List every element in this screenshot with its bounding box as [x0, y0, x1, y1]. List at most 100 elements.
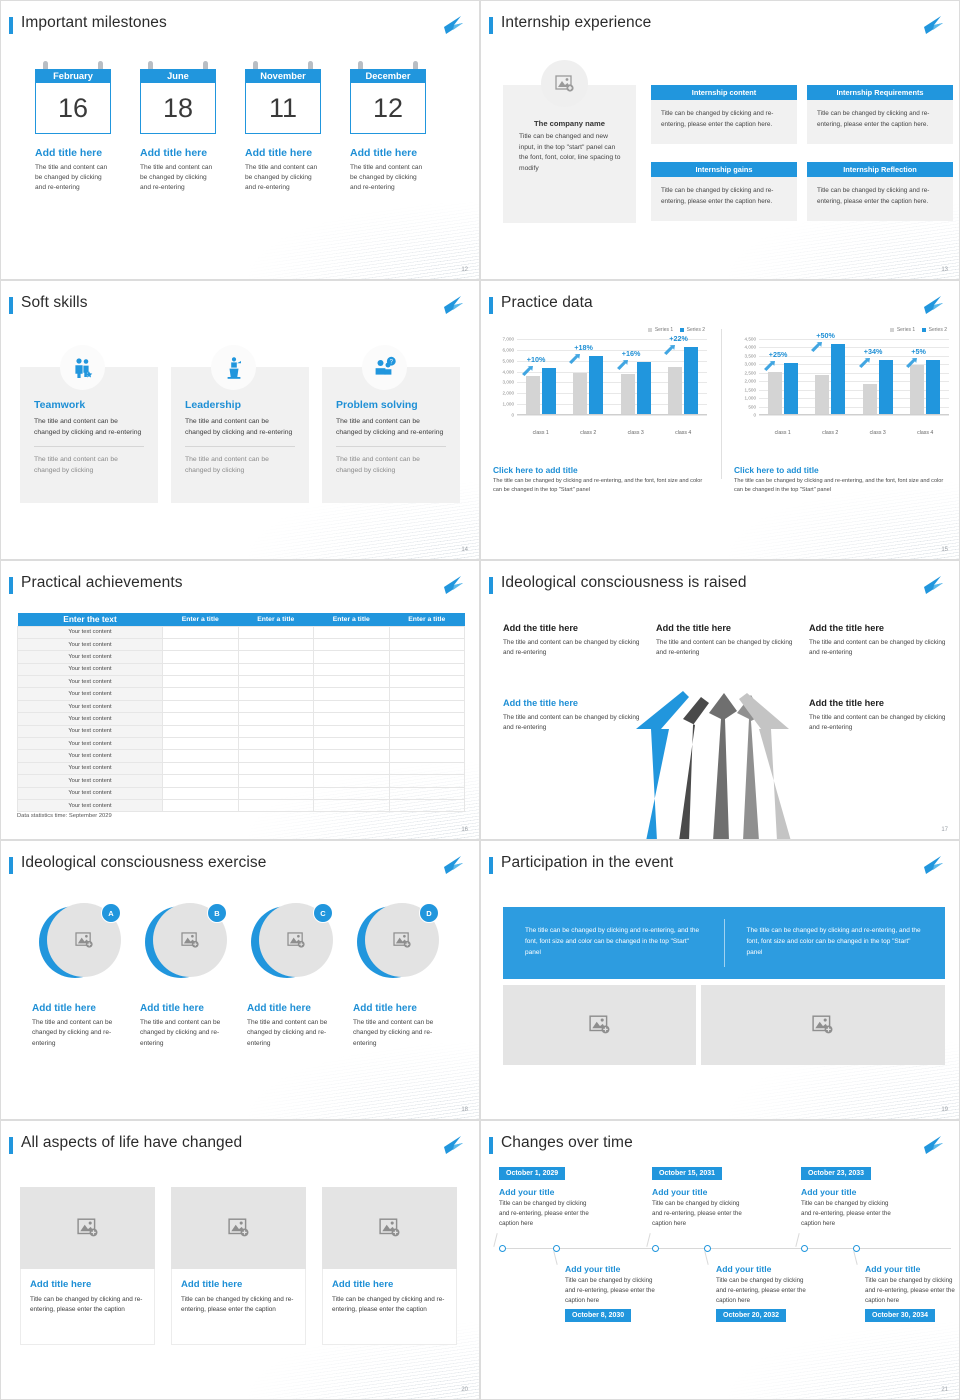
bar-chart-left[interactable]: Series 1 Series 2 0 1,000 2,000 3,000 4,000 5…: [491, 327, 709, 441]
internship-cell[interactable]: Internship content Title can be changed …: [651, 85, 797, 144]
table-cell-label[interactable]: Your text content: [17, 687, 163, 701]
exercise-circle[interactable]: D: [357, 903, 439, 985]
table-cell[interactable]: [237, 724, 314, 739]
table-cell[interactable]: [388, 712, 465, 726]
table-cell[interactable]: [313, 687, 390, 701]
achievements-table[interactable]: Enter the text Enter a title Enter a title…: [17, 613, 465, 813]
table-cell[interactable]: [313, 675, 390, 689]
table-cell-label[interactable]: Your text content: [17, 786, 163, 800]
internship-cell[interactable]: Internship Requirements Title can be cha…: [807, 85, 953, 144]
table-cell-label[interactable]: Your text content: [17, 736, 163, 751]
table-cell[interactable]: [237, 798, 314, 813]
table-row[interactable]: Your text content: [17, 724, 465, 739]
timeline-dot[interactable]: [499, 1245, 506, 1252]
table-cell[interactable]: [313, 749, 390, 763]
table-row[interactable]: Your text content: [17, 761, 465, 776]
table-cell[interactable]: [162, 637, 239, 652]
table-cell[interactable]: [388, 625, 465, 639]
table-cell[interactable]: [237, 761, 314, 776]
table-cell[interactable]: [313, 761, 390, 776]
table-cell-label[interactable]: Your text content: [17, 798, 163, 813]
table-cell[interactable]: [162, 798, 239, 813]
table-row[interactable]: Your text content: [17, 662, 465, 677]
table-cell-label[interactable]: Your text content: [17, 712, 163, 726]
table-cell[interactable]: [388, 761, 465, 776]
table-row[interactable]: Your text content: [17, 687, 465, 701]
table-cell-label[interactable]: Your text content: [17, 724, 163, 739]
table-cell[interactable]: [162, 712, 239, 726]
table-cell[interactable]: [162, 786, 239, 800]
table-cell[interactable]: [237, 637, 314, 652]
table-cell[interactable]: [388, 749, 465, 763]
table-cell[interactable]: [237, 712, 314, 726]
table-row[interactable]: Your text content: [17, 786, 465, 800]
table-cell[interactable]: [313, 736, 390, 751]
table-cell[interactable]: [313, 798, 390, 813]
life-card[interactable]: Add title here Title can be changed by c…: [171, 1187, 306, 1345]
calendar-card[interactable]: June 18 Add title here The title and con…: [140, 61, 216, 194]
calendar-card[interactable]: November 11 Add title here The title and…: [245, 61, 321, 194]
table-cell[interactable]: [313, 712, 390, 726]
table-cell[interactable]: [388, 675, 465, 689]
table-cell[interactable]: [162, 736, 239, 751]
skill-card[interactable]: Teamwork The title and content can be ch…: [20, 345, 158, 503]
table-cell[interactable]: [313, 699, 390, 714]
table-cell[interactable]: [388, 637, 465, 652]
table-row[interactable]: Your text content: [17, 736, 465, 751]
table-row[interactable]: Your text content: [17, 798, 465, 813]
table-cell[interactable]: [237, 786, 314, 800]
table-cell[interactable]: [388, 724, 465, 739]
table-cell[interactable]: [237, 662, 314, 677]
table-cell[interactable]: [162, 761, 239, 776]
timeline-dot[interactable]: [652, 1245, 659, 1252]
table-cell[interactable]: [313, 625, 390, 639]
table-cell[interactable]: [162, 724, 239, 739]
internship-cell[interactable]: Internship gains Title can be changed by…: [651, 162, 797, 221]
table-row[interactable]: Your text content: [17, 749, 465, 763]
table-cell[interactable]: [237, 625, 314, 639]
table-cell[interactable]: [162, 749, 239, 763]
table-row[interactable]: Your text content: [17, 774, 465, 788]
skill-card[interactable]: Leadership The title and content can be …: [171, 345, 309, 503]
table-cell[interactable]: [237, 749, 314, 763]
table-cell[interactable]: [388, 736, 465, 751]
image-placeholder-icon[interactable]: [541, 60, 588, 107]
calendar-card[interactable]: February 16 Add title here The title and…: [35, 61, 111, 194]
table-cell-label[interactable]: Your text content: [17, 650, 163, 664]
event-image-placeholder[interactable]: [701, 985, 945, 1065]
table-cell-label[interactable]: Your text content: [17, 675, 163, 689]
table-row[interactable]: Your text content: [17, 675, 465, 689]
internship-cell[interactable]: Internship Reflection Title can be chang…: [807, 162, 953, 221]
table-row[interactable]: Your text content: [17, 637, 465, 652]
table-cell[interactable]: [388, 650, 465, 664]
life-card[interactable]: Add title here Title can be changed by c…: [322, 1187, 457, 1345]
table-cell[interactable]: [388, 786, 465, 800]
table-cell-label[interactable]: Your text content: [17, 761, 163, 776]
table-cell[interactable]: [237, 687, 314, 701]
table-cell[interactable]: [313, 724, 390, 739]
table-cell[interactable]: [388, 662, 465, 677]
skill-card[interactable]: ? Problem solving The title and content …: [322, 345, 460, 503]
table-cell[interactable]: [162, 625, 239, 639]
table-cell[interactable]: [162, 662, 239, 677]
table-cell-label[interactable]: Your text content: [17, 699, 163, 714]
table-cell[interactable]: [237, 699, 314, 714]
card-image-placeholder[interactable]: [322, 1187, 457, 1269]
table-cell[interactable]: [237, 675, 314, 689]
table-cell-label[interactable]: Your text content: [17, 662, 163, 677]
table-cell[interactable]: [162, 774, 239, 788]
table-cell[interactable]: [388, 699, 465, 714]
event-image-placeholder[interactable]: [503, 985, 696, 1065]
table-cell[interactable]: [237, 736, 314, 751]
table-cell[interactable]: [388, 774, 465, 788]
table-cell[interactable]: [313, 637, 390, 652]
table-cell-label[interactable]: Your text content: [17, 749, 163, 763]
table-cell-label[interactable]: Your text content: [17, 774, 163, 788]
table-row[interactable]: Your text content: [17, 625, 465, 639]
table-cell[interactable]: [162, 687, 239, 701]
table-cell[interactable]: [162, 650, 239, 664]
exercise-circle[interactable]: A: [39, 903, 121, 985]
table-cell[interactable]: [388, 687, 465, 701]
table-cell[interactable]: [313, 650, 390, 664]
table-cell[interactable]: [162, 675, 239, 689]
